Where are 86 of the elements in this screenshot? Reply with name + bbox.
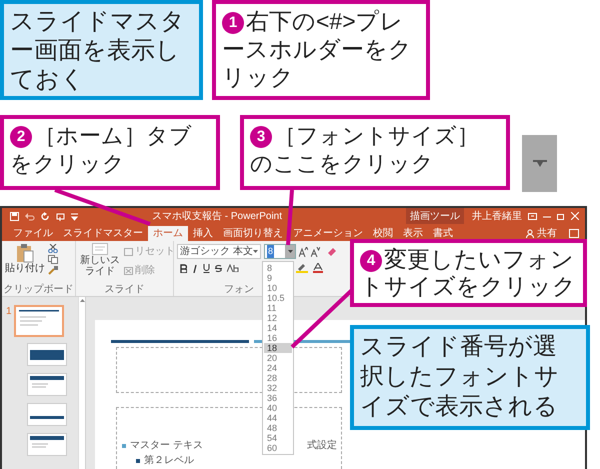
paste-button[interactable]: 貼り付け <box>5 243 45 275</box>
comment-icon[interactable] <box>569 229 579 238</box>
font-size-option[interactable]: 54 <box>264 433 292 443</box>
ribbon-tab[interactable]: 画面切り替え <box>218 226 288 241</box>
scissors-icon[interactable] <box>48 244 58 253</box>
ribbon-tab[interactable]: アニメーション <box>288 226 368 241</box>
callout: スライドマスター画面を表示しておく <box>0 0 203 100</box>
customize-icon[interactable] <box>71 212 78 220</box>
new-slide-button[interactable]: 新しいスライド <box>80 243 120 277</box>
callout: 1 右下の<#>プレースホルダーをクリック <box>212 0 430 100</box>
highlight-icon[interactable] <box>296 263 308 273</box>
font-name-field[interactable]: 游ゴシック 本文 <box>177 244 261 259</box>
copy-icon[interactable] <box>48 255 58 264</box>
font-size-option[interactable]: 60 <box>264 443 292 453</box>
callout: スライド番号が選択したフォントサイズで表示される <box>350 325 590 430</box>
maximize-icon[interactable] <box>557 212 565 220</box>
undo-icon[interactable] <box>25 212 35 220</box>
delete-button[interactable]: 削除 <box>124 263 175 278</box>
font-size-field[interactable]: 8 <box>264 244 296 259</box>
font-size-option[interactable]: 18 <box>264 343 292 353</box>
grow-font-icon[interactable] <box>299 246 308 256</box>
font-color-icon[interactable] <box>313 263 323 273</box>
font-size-option[interactable]: 14 <box>264 323 292 333</box>
underline-icon[interactable] <box>203 263 210 273</box>
slide-thumbnail[interactable] <box>28 344 66 365</box>
bullet-icon <box>136 458 140 462</box>
font-size-option[interactable]: 36 <box>264 393 292 403</box>
ribbon-tab[interactable]: 書式 <box>428 226 458 241</box>
group-label: クリップボード <box>4 284 74 296</box>
format-painter-icon[interactable] <box>48 266 58 275</box>
redo-icon[interactable] <box>41 212 50 220</box>
slide-thumbnail[interactable] <box>16 307 62 335</box>
font-size-option[interactable]: 8 <box>264 263 292 273</box>
font-size-option[interactable]: 12 <box>264 313 292 323</box>
ribbon-display-icon[interactable] <box>528 212 537 220</box>
font-size-option[interactable]: 44 <box>264 413 292 423</box>
ribbon-tab[interactable]: ファイル <box>8 226 58 241</box>
close-icon[interactable] <box>571 212 579 220</box>
ribbon-tab[interactable]: 校閲 <box>368 226 398 241</box>
body-text: 第２レベル <box>144 455 194 466</box>
font-size-option[interactable]: 48 <box>264 423 292 433</box>
group-label: フォン <box>224 284 254 296</box>
reset-icon <box>124 248 133 256</box>
slide-number: 1 <box>6 307 13 317</box>
font-size-option[interactable]: 10 <box>264 283 292 293</box>
share-button[interactable]: 共有 <box>524 226 559 241</box>
callout: 2 ［ホーム］タブをクリック <box>0 115 220 190</box>
ribbon-tab[interactable]: 挿入 <box>188 226 218 241</box>
reset-button[interactable]: リセット <box>124 244 175 259</box>
delete-icon <box>124 266 133 274</box>
shrink-font-icon[interactable] <box>311 246 320 256</box>
body-text: 式設定 <box>306 438 337 453</box>
font-size-option[interactable]: 9 <box>264 273 292 283</box>
callout: 3 ［フォントサイズ］のここをクリック <box>240 115 510 190</box>
context-tab-label: 描画ツール <box>406 208 464 224</box>
font-size-option[interactable]: 16 <box>264 333 292 343</box>
bold-icon[interactable] <box>180 264 187 272</box>
bullet-icon <box>122 444 126 448</box>
scroll-bar[interactable] <box>78 297 85 469</box>
slide-thumbnail[interactable] <box>28 434 66 455</box>
slide-thumbnail[interactable] <box>28 404 66 425</box>
caret-icon <box>253 250 258 253</box>
body-text: マスター テキス <box>130 439 203 453</box>
font-size-option[interactable]: 10.5 <box>264 293 292 303</box>
shadow-text-icon[interactable] <box>227 264 239 272</box>
user-name: 井上香緒里 <box>472 210 522 224</box>
caret-icon <box>288 250 292 253</box>
ribbon-tab[interactable]: 表示 <box>398 226 428 241</box>
font-size-option[interactable]: 32 <box>264 383 292 393</box>
font-size-option[interactable]: 24 <box>264 363 292 373</box>
font-size-option[interactable]: 20 <box>264 353 292 363</box>
font-size-option[interactable]: 11 <box>264 303 292 313</box>
ribbon-tab[interactable]: ホーム <box>148 226 188 241</box>
leader-line <box>286 190 294 246</box>
ribbon-tab[interactable]: スライドマスター <box>58 226 148 241</box>
font-size-option[interactable]: 28 <box>264 373 292 383</box>
group-label: スライド <box>104 284 144 296</box>
save-icon[interactable] <box>10 212 19 220</box>
scroll-up-icon[interactable] <box>80 299 84 302</box>
slide-thumbnail[interactable] <box>28 374 66 395</box>
strikethrough-icon[interactable] <box>215 264 222 272</box>
window-title: スマホ収支報告 - PowerPoint <box>152 210 282 224</box>
person-icon <box>526 229 534 238</box>
italic-icon[interactable] <box>192 264 198 272</box>
callout: 4 変更したいフォントサイズをクリック <box>350 239 587 307</box>
eraser-icon[interactable] <box>327 247 337 256</box>
